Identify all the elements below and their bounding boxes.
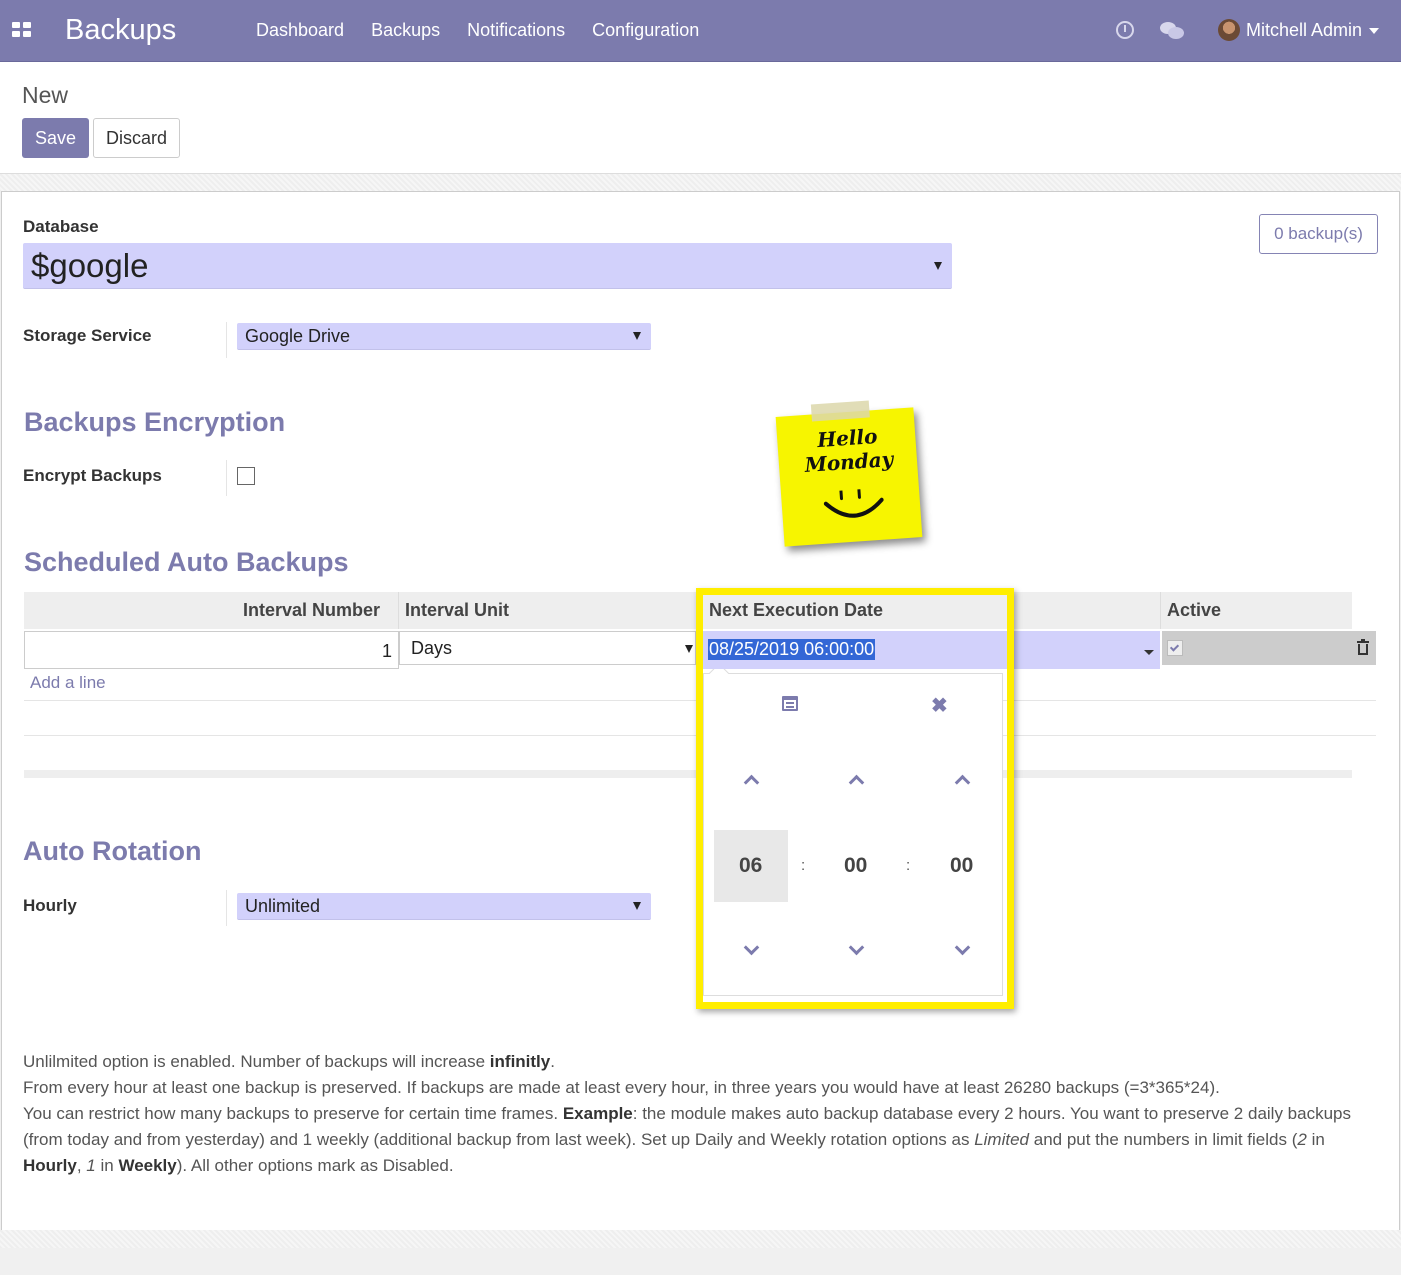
column-divider xyxy=(1160,592,1161,629)
add-a-line-link[interactable]: Add a line xyxy=(30,673,106,693)
encrypt-backups-label: Encrypt Backups xyxy=(23,466,162,485)
column-interval-number[interactable]: Interval Number xyxy=(243,600,380,621)
dropdown-arrow-icon xyxy=(633,902,641,910)
activity-clock-icon[interactable] xyxy=(1116,21,1134,39)
field-separator xyxy=(226,890,227,926)
help-paragraph-3: You can restrict how many backups to pre… xyxy=(23,1104,1351,1175)
menu-backups[interactable]: Backups xyxy=(371,20,440,41)
encrypt-backups-checkbox[interactable] xyxy=(237,467,255,485)
user-menu-name[interactable]: Mitchell Admin xyxy=(1246,20,1362,41)
hourly-rotation-select[interactable]: Unlimited xyxy=(237,893,651,920)
user-menu-caret-icon[interactable] xyxy=(1369,28,1379,34)
sticky-note-text: Hello Monday xyxy=(797,423,900,478)
dropdown-arrow-icon xyxy=(685,645,693,653)
rotation-help-text: Unlilmited option is enabled. Number of … xyxy=(23,1049,1373,1179)
storage-service-select[interactable]: Google Drive xyxy=(237,323,651,350)
user-avatar[interactable] xyxy=(1218,19,1240,41)
database-value: $google xyxy=(31,247,149,284)
column-active[interactable]: Active xyxy=(1167,600,1221,621)
rotation-section-title: Auto Rotation xyxy=(23,836,202,866)
menu-configuration[interactable]: Configuration xyxy=(592,20,699,41)
database-select[interactable]: $google xyxy=(23,243,952,289)
dropdown-arrow-icon xyxy=(1144,650,1154,655)
dropdown-arrow-icon xyxy=(633,332,641,340)
discard-button[interactable]: Discard xyxy=(93,118,180,158)
trash-icon[interactable] xyxy=(1357,639,1369,655)
control-panel: New Save Discard xyxy=(0,62,1401,174)
interval-unit-select[interactable]: Days xyxy=(399,631,696,665)
active-checkbox[interactable] xyxy=(1167,640,1183,656)
menu-dashboard[interactable]: Dashboard xyxy=(256,20,344,41)
help-paragraph-1: Unlilmited option is enabled. Number of … xyxy=(23,1052,555,1071)
scheduled-section-title: Scheduled Auto Backups xyxy=(24,547,349,577)
annotation-highlight-box xyxy=(696,588,1014,1009)
checkmark-icon xyxy=(1169,642,1180,652)
column-interval-unit[interactable]: Interval Unit xyxy=(405,600,509,621)
table-header xyxy=(24,592,1352,629)
breadcrumb: New xyxy=(22,82,69,108)
menu-notifications[interactable]: Notifications xyxy=(467,20,565,41)
backups-count-button[interactable]: 0 backup(s) xyxy=(1259,214,1378,254)
next-execution-field-tail[interactable] xyxy=(1002,631,1160,669)
save-button[interactable]: Save xyxy=(22,118,89,158)
column-divider xyxy=(398,592,399,629)
help-paragraph-2: From every hour at least one backup is p… xyxy=(23,1078,1220,1097)
encryption-section-title: Backups Encryption xyxy=(24,407,286,437)
hourly-label: Hourly xyxy=(23,896,77,915)
active-cell xyxy=(1162,631,1376,665)
hourly-rotation-value: Unlimited xyxy=(245,896,321,916)
smiley-face-icon xyxy=(823,487,884,518)
sticky-tape xyxy=(810,400,870,422)
database-label: Database xyxy=(23,217,99,236)
interval-number-input[interactable]: 1 xyxy=(24,631,399,669)
background-strip xyxy=(0,1230,1401,1248)
dropdown-arrow-icon xyxy=(934,262,942,270)
interval-unit-value: Days xyxy=(411,638,453,658)
top-navbar: Backups Dashboard Backups Notifications … xyxy=(0,0,1401,62)
field-separator xyxy=(226,322,227,358)
messaging-chat-icon[interactable] xyxy=(1160,22,1184,40)
background-strip xyxy=(0,174,1401,192)
table-footer xyxy=(24,770,1352,778)
main-menu: Dashboard Backups Notifications Configur… xyxy=(256,20,699,41)
field-separator xyxy=(226,460,227,496)
storage-service-value: Google Drive xyxy=(245,326,351,346)
storage-service-label: Storage Service xyxy=(23,326,152,345)
app-title: Backups xyxy=(65,14,177,46)
interval-number-value: 1 xyxy=(381,641,392,661)
sticky-note-decoration: Hello Monday xyxy=(775,400,923,547)
apps-menu-icon[interactable] xyxy=(12,22,31,37)
